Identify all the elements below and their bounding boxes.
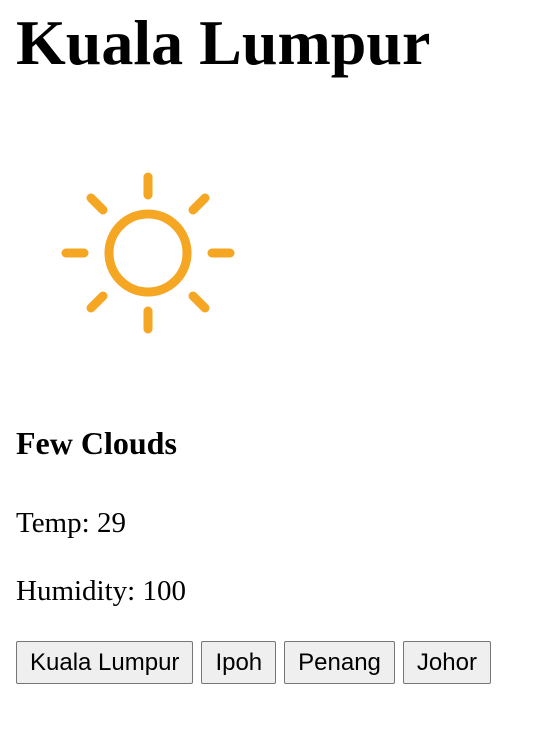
- city-button-penang[interactable]: Penang: [284, 641, 395, 684]
- humidity-line: Humidity: 100: [16, 573, 186, 609]
- city-title: Kuala Lumpur: [16, 7, 431, 78]
- city-button-johor[interactable]: Johor: [402, 641, 491, 684]
- temperature-label: Temp:: [16, 507, 90, 539]
- temperature-value: 29: [96, 507, 126, 539]
- temperature-line: Temp: 29: [16, 505, 126, 541]
- sun-icon: [61, 172, 235, 334]
- humidity-value: 100: [142, 575, 186, 607]
- city-button-kuala-lumpur[interactable]: Kuala Lumpur: [16, 641, 194, 684]
- city-button-ipoh[interactable]: Ipoh: [201, 641, 277, 684]
- city-button-group: Kuala Lumpur Ipoh Penang Johor: [16, 641, 491, 684]
- humidity-label: Humidity:: [16, 575, 136, 607]
- weather-condition: Few Clouds: [16, 425, 177, 461]
